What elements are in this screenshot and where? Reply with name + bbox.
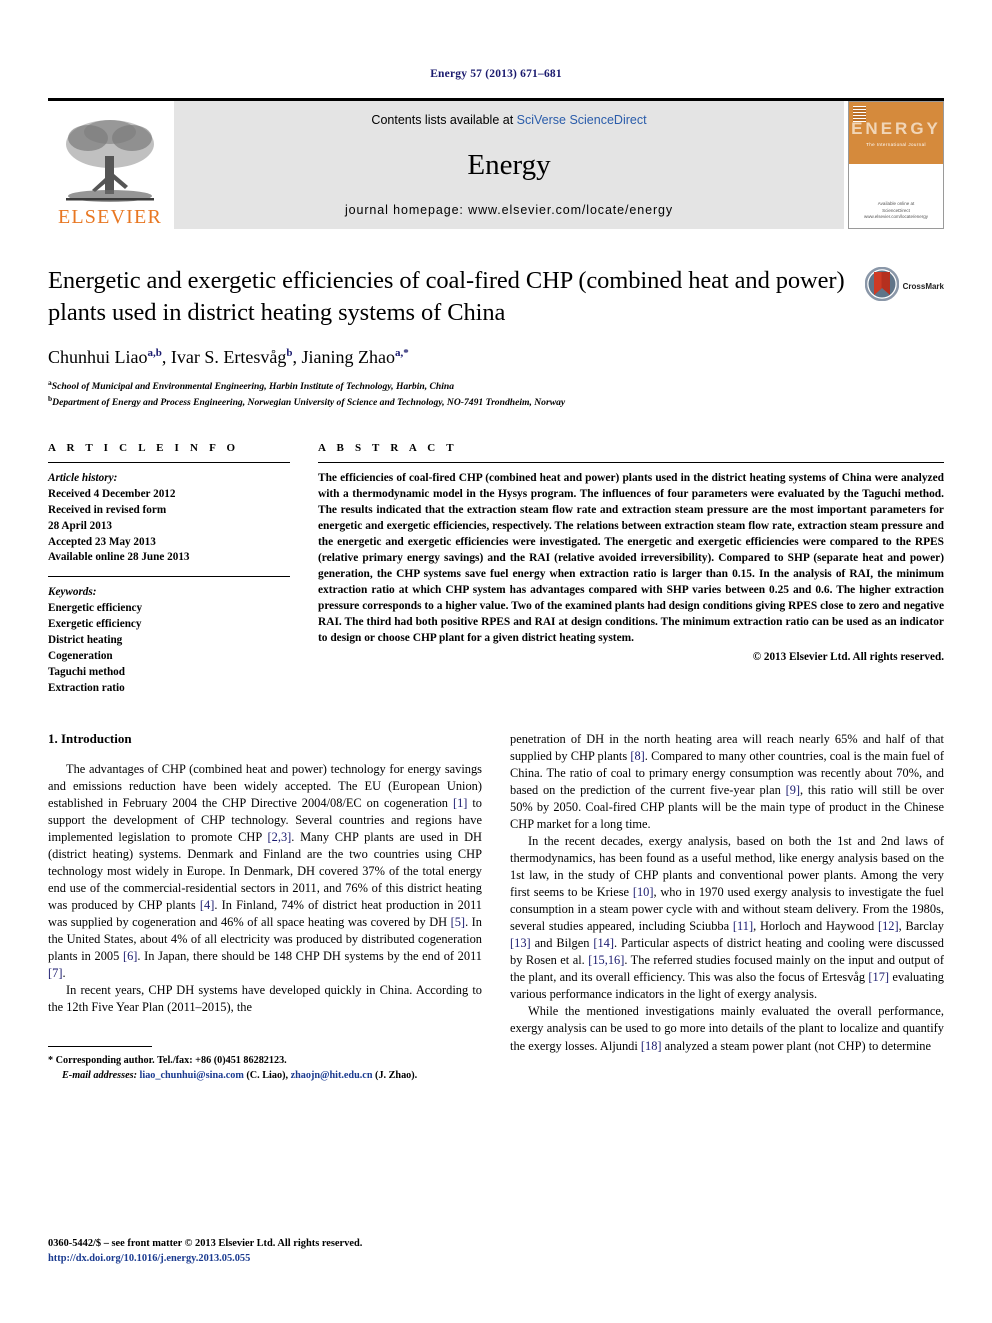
- footnote-block: * Corresponding author. Tel./fax: +86 (0…: [48, 1046, 482, 1084]
- journal-cover-thumbnail: ENERGY The International Journal Availab…: [848, 101, 944, 229]
- citation-ref[interactable]: [12]: [878, 919, 899, 933]
- paragraph: While the mentioned investigations mainl…: [510, 1004, 944, 1053]
- history-item: Accepted 23 May 2013: [48, 535, 156, 548]
- article-info-rule: [48, 461, 290, 463]
- page-footer: 0360-5442/$ – see front matter © 2013 El…: [48, 1236, 362, 1267]
- citation-ref[interactable]: [7]: [48, 966, 62, 980]
- citation-ref[interactable]: [6]: [123, 949, 137, 963]
- crossmark-badge[interactable]: CrossMark: [864, 266, 944, 306]
- citation-ref[interactable]: [15,16]: [588, 953, 624, 967]
- cover-subtitle: The International Journal: [866, 142, 926, 147]
- doi-link[interactable]: http://dx.doi.org/10.1016/j.energy.2013.…: [48, 1251, 362, 1267]
- citation-ref[interactable]: [5]: [451, 915, 465, 929]
- keyword-item: Energetic efficiency: [48, 602, 143, 615]
- abstract-column: A B S T R A C T The efficiencies of coal…: [318, 442, 944, 697]
- article-info-column: A R T I C L E I N F O Article history: R…: [48, 442, 290, 697]
- affiliation-b: bDepartment of Energy and Process Engine…: [48, 394, 944, 410]
- article-history-label: Article history:: [48, 471, 118, 484]
- citation-ref[interactable]: [4]: [200, 898, 214, 912]
- history-item: 28 April 2013: [48, 519, 113, 532]
- affiliation-list: aSchool of Municipal and Environmental E…: [48, 378, 944, 410]
- article-info-heading: A R T I C L E I N F O: [48, 441, 240, 454]
- title-block: Energetic and exergetic efficiencies of …: [48, 265, 944, 410]
- journal-masthead: ELSEVIER Contents lists available at Sci…: [48, 98, 944, 229]
- cover-footer-line1: Available online at: [877, 200, 915, 206]
- affiliation-a: aSchool of Municipal and Environmental E…: [48, 378, 944, 394]
- email-link-1[interactable]: liao_chunhui@sina.com: [140, 1070, 244, 1081]
- keyword-item: Cogeneration: [48, 649, 113, 662]
- copyright-line: © 2013 Elsevier Ltd. All rights reserved…: [752, 650, 944, 663]
- cover-body: [849, 164, 943, 201]
- sciencedirect-link[interactable]: SciVerse ScienceDirect: [517, 113, 647, 127]
- citation-ref[interactable]: [8]: [630, 749, 644, 763]
- affiliation-text-a: School of Municipal and Environmental En…: [51, 380, 455, 392]
- abstract-heading: A B S T R A C T: [318, 441, 458, 454]
- keyword-item: District heating: [48, 634, 123, 647]
- abstract-rule: [318, 461, 944, 463]
- body-column-right: penetration of DH in the north heating a…: [510, 731, 944, 1084]
- elsevier-tree-icon: [58, 116, 162, 206]
- cover-footer-line3: www.elsevier.com/locate/energy: [863, 214, 929, 220]
- footnote-rule: [48, 1046, 152, 1048]
- running-head: Energy 57 (2013) 671–681: [430, 68, 562, 80]
- history-item: Available online 28 June 2013: [48, 551, 190, 564]
- citation-ref[interactable]: [14]: [593, 936, 614, 950]
- cover-top-band: ENERGY The International Journal: [849, 102, 943, 164]
- issn-line: 0360-5442/$ – see front matter © 2013 El…: [48, 1237, 363, 1249]
- journal-homepage-link[interactable]: journal homepage: www.elsevier.com/locat…: [345, 203, 673, 217]
- keyword-item: Exergetic efficiency: [48, 618, 142, 631]
- citation-ref[interactable]: [13]: [510, 936, 531, 950]
- body-columns: 1. Introduction The advantages of CHP (c…: [48, 731, 944, 1084]
- citation-ref[interactable]: [11]: [733, 919, 753, 933]
- info-abstract-section: A R T I C L E I N F O Article history: R…: [48, 442, 944, 697]
- elsevier-wordmark: ELSEVIER: [57, 206, 163, 228]
- history-item: Received 4 December 2012: [48, 487, 176, 500]
- email-note: E-mail addresses: liao_chunhui@sina.com …: [48, 1069, 482, 1084]
- email-owner-2: (J. Zhao).: [372, 1070, 418, 1082]
- citation-ref[interactable]: [2,3]: [268, 830, 292, 844]
- contents-prefix: Contents lists available at: [371, 113, 517, 127]
- corresponding-author-note: * Corresponding author. Tel./fax: +86 (0…: [48, 1055, 287, 1067]
- paragraph: In recent years, CHP DH systems have dev…: [48, 983, 482, 1015]
- journal-title: Energy: [467, 148, 551, 181]
- citation-ref[interactable]: [1]: [453, 796, 467, 810]
- paragraph: penetration of DH in the north heating a…: [510, 731, 945, 831]
- journal-article-page: Energy 57 (2013) 671–681 ELSEVIER Conten…: [0, 0, 992, 1323]
- email-link-2[interactable]: zhaojn@hit.edu.cn: [291, 1070, 373, 1081]
- citation-ref[interactable]: [9]: [786, 783, 800, 797]
- page-title: Energetic and exergetic efficiencies of …: [48, 267, 845, 326]
- abstract-text: The efficiencies of coal-fired CHP (comb…: [318, 471, 944, 644]
- affiliation-text-b: Department of Energy and Process Enginee…: [52, 396, 566, 408]
- keyword-item: Taguchi method: [48, 665, 125, 678]
- section-heading-introduction: 1. Introduction: [48, 730, 132, 746]
- citation-ref[interactable]: [17]: [868, 970, 889, 984]
- crossmark-label: CrossMark: [902, 282, 944, 291]
- cover-wordmark: ENERGY: [851, 119, 941, 138]
- email-owner-1: (C. Liao),: [243, 1070, 291, 1082]
- body-column-left: 1. Introduction The advantages of CHP (c…: [48, 731, 482, 1084]
- contents-available-line: Contents lists available at SciVerse Sci…: [371, 113, 646, 127]
- author-list: Chunhui Liaoa,b, Ivar S. Ertesvågb, Jian…: [48, 346, 409, 367]
- email-label: E-mail addresses:: [62, 1070, 137, 1082]
- history-item: Received in revised form: [48, 503, 167, 516]
- paragraph: The advantages of CHP (combined heat and…: [48, 761, 482, 981]
- crossmark-icon: [864, 266, 899, 306]
- citation-ref[interactable]: [10]: [633, 885, 654, 899]
- keywords-rule: [48, 576, 290, 578]
- keyword-item: Extraction ratio: [48, 681, 125, 694]
- journal-band: Contents lists available at SciVerse Sci…: [174, 101, 844, 229]
- paragraph: In the recent decades, exergy analysis, …: [510, 833, 944, 1002]
- cover-footer: Available online at ScienceDirect www.el…: [849, 201, 943, 228]
- citation-ref[interactable]: [18]: [641, 1039, 662, 1053]
- cover-footer-line2: ScienceDirect: [882, 207, 910, 213]
- elsevier-logo: ELSEVIER: [48, 101, 172, 229]
- keywords-label: Keywords:: [48, 586, 97, 599]
